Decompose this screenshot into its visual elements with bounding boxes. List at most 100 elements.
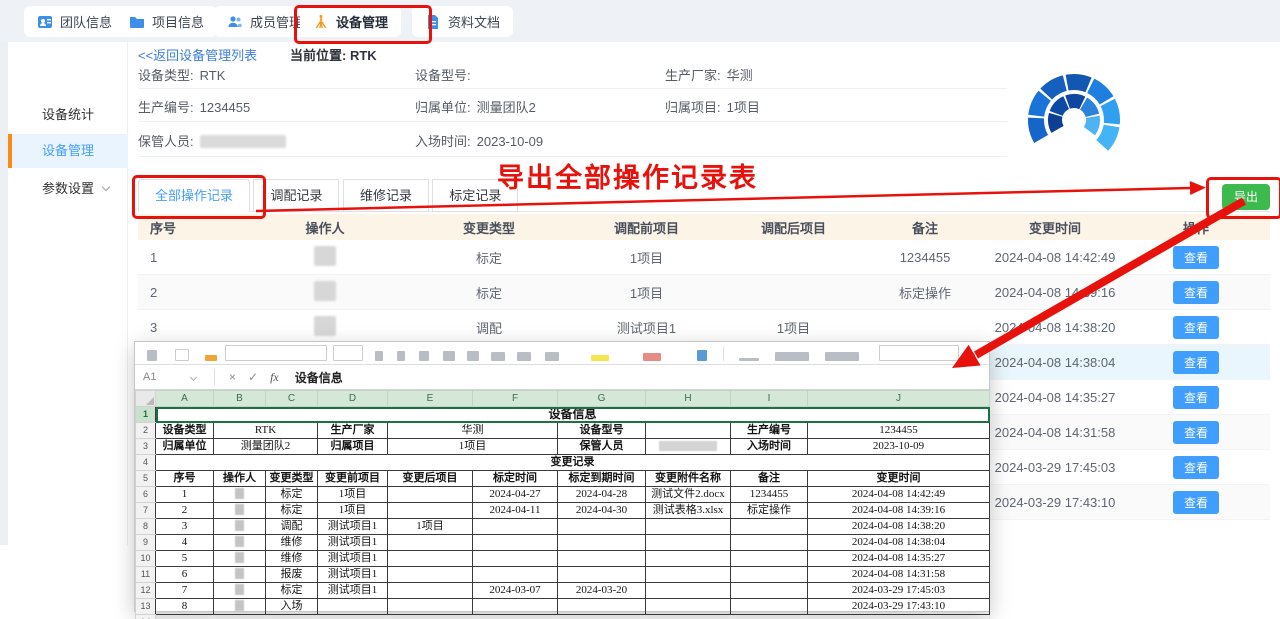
cell-seq: 3: [138, 310, 240, 345]
redacted-operator-cell: [235, 520, 244, 531]
cell-note: [862, 310, 988, 345]
cell-seq: 1: [138, 240, 240, 275]
toolbar-border-icon[interactable]: [467, 351, 479, 361]
cell-action: 查看: [1122, 240, 1270, 275]
view-button[interactable]: 查看: [1173, 491, 1219, 514]
back-to-device-list-link[interactable]: <<返回设备管理列表: [138, 45, 257, 64]
export-button[interactable]: 导出: [1222, 184, 1270, 210]
toolbar-divider: [723, 347, 724, 361]
sheet-title-cell[interactable]: 设备信息: [156, 407, 990, 423]
toolbar-icon[interactable]: [175, 349, 189, 361]
tab-label: 设备管理: [336, 12, 388, 31]
redacted-operator-cell: [235, 536, 244, 547]
sidebar-item-device-stats[interactable]: 设备统计: [8, 98, 128, 132]
toolbar-style-icon[interactable]: [825, 352, 859, 361]
namebox-chevron-icon[interactable]: [190, 373, 197, 380]
select-all-corner[interactable]: [136, 391, 156, 407]
toolbar-strike-icon[interactable]: [443, 351, 455, 361]
toolbar-format-dropdown[interactable]: [879, 345, 959, 361]
toolbar-number-format-icon[interactable]: [775, 352, 809, 361]
toolbar-superscript-icon[interactable]: [697, 350, 707, 361]
toolbar-highlight-color-icon[interactable]: [591, 355, 609, 361]
toolbar-wrap-icon[interactable]: [545, 352, 559, 361]
cell-operator: [240, 240, 410, 275]
cell-note: 标定操作: [862, 275, 988, 310]
cell-name-box[interactable]: A1: [135, 371, 191, 383]
tab-project-info[interactable]: 项目信息: [116, 6, 217, 37]
redacted-operator-cell: [235, 488, 244, 499]
cell-change-time: 2024-03-29 17:45:03: [988, 450, 1122, 485]
sidebar-item-device-management[interactable]: 设备管理: [8, 134, 128, 168]
tab-label: 成员管理: [250, 12, 302, 31]
formula-value[interactable]: 设备信息: [295, 369, 343, 386]
view-button[interactable]: 查看: [1173, 281, 1219, 304]
redacted-operator-cell: [235, 552, 244, 563]
view-button[interactable]: 查看: [1173, 421, 1219, 444]
toolbar-underline-icon[interactable]: [419, 351, 429, 361]
confirm-entry-icon[interactable]: ✓: [248, 370, 258, 384]
toolbar-italic-icon[interactable]: [397, 351, 405, 361]
table-row: 1 标定 1项目 1234455 2024-04-08 14:42:49 查看: [138, 240, 1270, 275]
sidebar-item-parameter-settings[interactable]: 参数设置: [8, 172, 128, 206]
tab-documents[interactable]: 资料文档: [412, 6, 513, 37]
column-header-row: AB CD EF GH IJ: [136, 391, 990, 407]
toolbar-font-size-box[interactable]: [333, 345, 363, 361]
redacted-custodian-cell: [659, 441, 717, 451]
cell-change-time: 2024-04-08 14:35:27: [988, 380, 1122, 415]
tab-label: 项目信息: [152, 12, 204, 31]
sheet-data-row: 11 6 报废 测试项目1 2024-04-08 14:31:58: [136, 567, 990, 583]
cancel-entry-icon[interactable]: ×: [229, 370, 236, 384]
sheet-row-3: 3 归属单位 测量团队2 归属项目 1项目 保管人员 入场时间 2023-10-…: [136, 439, 990, 455]
table-header-row: 序号 操作人 变更类型 调配前项目 调配后项目 备注 变更时间 操作: [138, 214, 1270, 240]
tab-repair-records[interactable]: 维修记录: [343, 179, 429, 212]
cell-project-after: [725, 240, 862, 275]
tab-device-management[interactable]: 设备管理: [300, 6, 401, 37]
redacted-operator-cell: [235, 504, 244, 515]
toolbar-fill-color-icon[interactable]: [643, 353, 661, 361]
sheet-row-1: 1 设备信息: [136, 407, 990, 423]
field-owning-unit: 归属单位:测量团队2: [415, 97, 536, 116]
toolbar-icon[interactable]: [147, 350, 157, 361]
view-button[interactable]: 查看: [1173, 456, 1219, 479]
toolbar-bold-icon[interactable]: [375, 351, 383, 361]
members-icon: [227, 14, 243, 30]
cell-change-type: 调配: [410, 310, 568, 345]
cell-action: 查看: [1122, 485, 1270, 520]
toolbar-paint-icon[interactable]: [205, 355, 217, 361]
toolbar-align-icon[interactable]: [491, 352, 505, 361]
device-management-page: 团队信息 项目信息 成员管理 设备管理 资料文档 设备统计 设备管理 参数设置 …: [0, 0, 1280, 619]
toolbar-underline-style-icon[interactable]: [739, 358, 759, 361]
view-button[interactable]: 查看: [1173, 386, 1219, 409]
cell-change-type: 标定: [410, 275, 568, 310]
view-button[interactable]: 查看: [1173, 316, 1219, 339]
tripod-icon: [313, 14, 329, 30]
sheet-row-5: 5 序号 操作人 变更类型 变更前项目 变更后项目 标定时间 标定到期时间 变更…: [136, 471, 990, 487]
tab-team-info[interactable]: 团队信息: [24, 6, 125, 37]
folder-icon: [129, 14, 145, 30]
divider: [214, 369, 215, 385]
current-location-label: 当前位置: RTK: [290, 45, 377, 64]
excel-formula-bar: A1 × ✓ fx 设备信息: [135, 365, 989, 390]
view-button[interactable]: 查看: [1173, 246, 1219, 269]
sheet-data-row: 12 7 标定 测试项目1 2024-03-07 2024-03-20 2024…: [136, 583, 990, 599]
excel-toolbar: [135, 342, 989, 365]
toolbar-more-icon[interactable]: [967, 353, 975, 361]
sheet-data-row: 13 8 入场 2024-03-29 17:43:10: [136, 599, 990, 615]
field-owning-project: 归属项目:1项目: [665, 97, 760, 116]
sheet-data-row: 8 3 调配 测试项目1 1项目 2024-04-08 14:38:20: [136, 519, 990, 535]
cell-seq: 2: [138, 275, 240, 310]
function-icon[interactable]: fx: [270, 370, 279, 385]
excel-export-window: A1 × ✓ fx 设备信息 AB CD EF GH IJ 1 设备信息: [134, 341, 990, 612]
toolbar-font-name-box[interactable]: [225, 345, 327, 361]
sheet-data-row: 6 1 标定 1项目 2024-04-27 2024-04-28 测试文件2.d…: [136, 487, 990, 503]
redacted-operator: [314, 246, 336, 266]
toolbar-merge-icon[interactable]: [517, 352, 531, 361]
annotation-text: 导出全部操作记录表: [497, 156, 758, 195]
view-button[interactable]: 查看: [1173, 351, 1219, 374]
field-custodian: 保管人员:: [138, 131, 286, 150]
tab-all-operation-records[interactable]: 全部操作记录: [138, 179, 250, 212]
table-row: 3 调配 测试项目1 1项目 2024-04-08 14:38:20 查看: [138, 310, 1270, 345]
tab-allocation-records[interactable]: 调配记录: [253, 179, 339, 212]
section-title-cell[interactable]: 变更记录: [156, 455, 990, 471]
redacted-custodian: [200, 135, 286, 148]
